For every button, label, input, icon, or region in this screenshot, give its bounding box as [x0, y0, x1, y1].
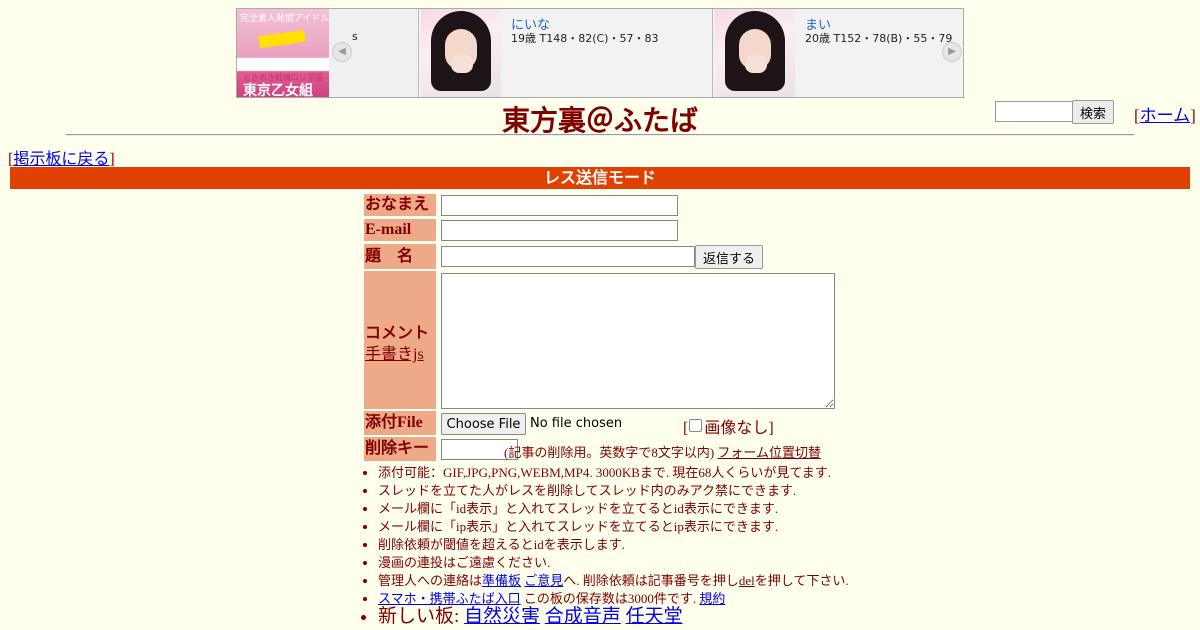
ad-mask-bar: [258, 29, 306, 49]
ad-top-text: 完全素人発掘アイドル: [240, 14, 330, 24]
comment-textarea[interactable]: [441, 273, 835, 409]
feedback-link[interactable]: ご意見: [524, 573, 563, 588]
model-photo: [715, 9, 795, 97]
banner-carousel: 完全素人発掘アイドル ときめき純情ロリ学園 東京乙女組 ◀ s にいな 19歳 …: [236, 8, 964, 98]
reply-mode-bar: レス送信モード: [10, 167, 1190, 189]
list-item: 添付可能：GIF,JPG,PNG,WEBM,MP4. 3000KBまで. 現在6…: [378, 464, 849, 482]
del-link[interactable]: del: [739, 573, 755, 588]
list-item: スレッドを立てた人がレスを削除してスレッド内のみアク禁にできます.: [378, 482, 849, 500]
home-link[interactable]: ホーム: [1140, 106, 1191, 125]
file-status: No file chosen: [530, 416, 623, 431]
no-image-label: 画像なし: [704, 420, 769, 437]
handwriting-js-link[interactable]: 手書きjs: [365, 340, 424, 364]
model-photo: [421, 9, 501, 97]
divider: [66, 134, 1134, 136]
model-info: 20歳 T152・78(B)・55・79: [805, 32, 953, 45]
choose-file-button[interactable]: Choose File: [441, 413, 526, 435]
list-item: 新しい板: 自然災害 合成音声 任天堂: [378, 606, 849, 627]
search-input[interactable]: [995, 101, 1073, 122]
model-card[interactable]: まい 20歳 T152・78(B)・55・79: [712, 9, 963, 97]
new-board-link[interactable]: 任天堂: [626, 606, 683, 627]
prep-board-link[interactable]: 準備板: [482, 573, 521, 588]
form-position-toggle-link[interactable]: フォーム位置切替: [717, 445, 821, 460]
back-to-board-link[interactable]: 掲示板に戻る: [13, 151, 109, 168]
subject-label: 題 名: [364, 244, 436, 269]
back-link-wrapper: [掲示板に戻る]: [8, 151, 115, 168]
email-label: E-mail: [364, 219, 436, 241]
home-link-wrapper: [ホーム]: [1134, 106, 1196, 125]
ad-name-text: 東京乙女組: [243, 83, 313, 98]
delete-key-label: 削除キー: [364, 437, 436, 461]
subject-field[interactable]: [441, 246, 695, 267]
no-image-checkbox[interactable]: [689, 419, 703, 432]
file-label: 添付File: [364, 411, 436, 435]
new-board-link[interactable]: 合成音声: [545, 606, 621, 627]
no-image-option: [画像なし]: [683, 419, 774, 437]
model-info: 19歳 T148・82(C)・57・83: [511, 32, 659, 45]
list-item: メール欄に「ip表示」と入れてスレッドを立てるとip表示にできます.: [378, 518, 849, 536]
name-label: おなまえ: [364, 194, 436, 216]
email-field[interactable]: [441, 220, 678, 241]
submit-reply-button[interactable]: 返信する: [695, 245, 763, 269]
carousel-next-icon[interactable]: ▶: [942, 42, 962, 62]
delete-key-note: (記事の削除用。英数字で8文字以内): [504, 445, 715, 460]
name-field[interactable]: [441, 195, 678, 216]
comment-label-cell: コメント 手書きjs: [364, 271, 436, 409]
delete-key-note-wrapper: (記事の削除用。英数字で8文字以内) フォーム位置切替: [504, 442, 821, 461]
mobile-entrance-link[interactable]: スマホ・携帯ふたば入口: [378, 591, 521, 606]
new-board-link[interactable]: 自然災害: [464, 606, 540, 627]
list-item: 管理人への連絡は準備板 ご意見へ. 削除依頼は記事番号を押しdelを押して下さい…: [378, 572, 849, 590]
ad-banner-image[interactable]: 完全素人発掘アイドル ときめき純情ロリ学園 東京乙女組: [237, 9, 330, 98]
list-item: メール欄に「id表示」と入れてスレッドを立てるとid表示にできます.: [378, 500, 849, 518]
model-card[interactable]: にいな 19歳 T148・82(C)・57・83: [418, 9, 712, 97]
card-truncated-text: s: [352, 30, 358, 43]
rules-link[interactable]: 規約: [699, 591, 725, 606]
search-button[interactable]: 検索: [1072, 100, 1114, 124]
list-item: 削除依頼が閾値を超えるとidを表示します.: [378, 536, 849, 554]
notes-list: 添付可能：GIF,JPG,PNG,WEBM,MP4. 3000KBまで. 現在6…: [360, 464, 849, 626]
list-item: 漫画の連投はご遠慮ください.: [378, 554, 849, 572]
carousel-prev-icon[interactable]: ◀: [332, 42, 352, 62]
